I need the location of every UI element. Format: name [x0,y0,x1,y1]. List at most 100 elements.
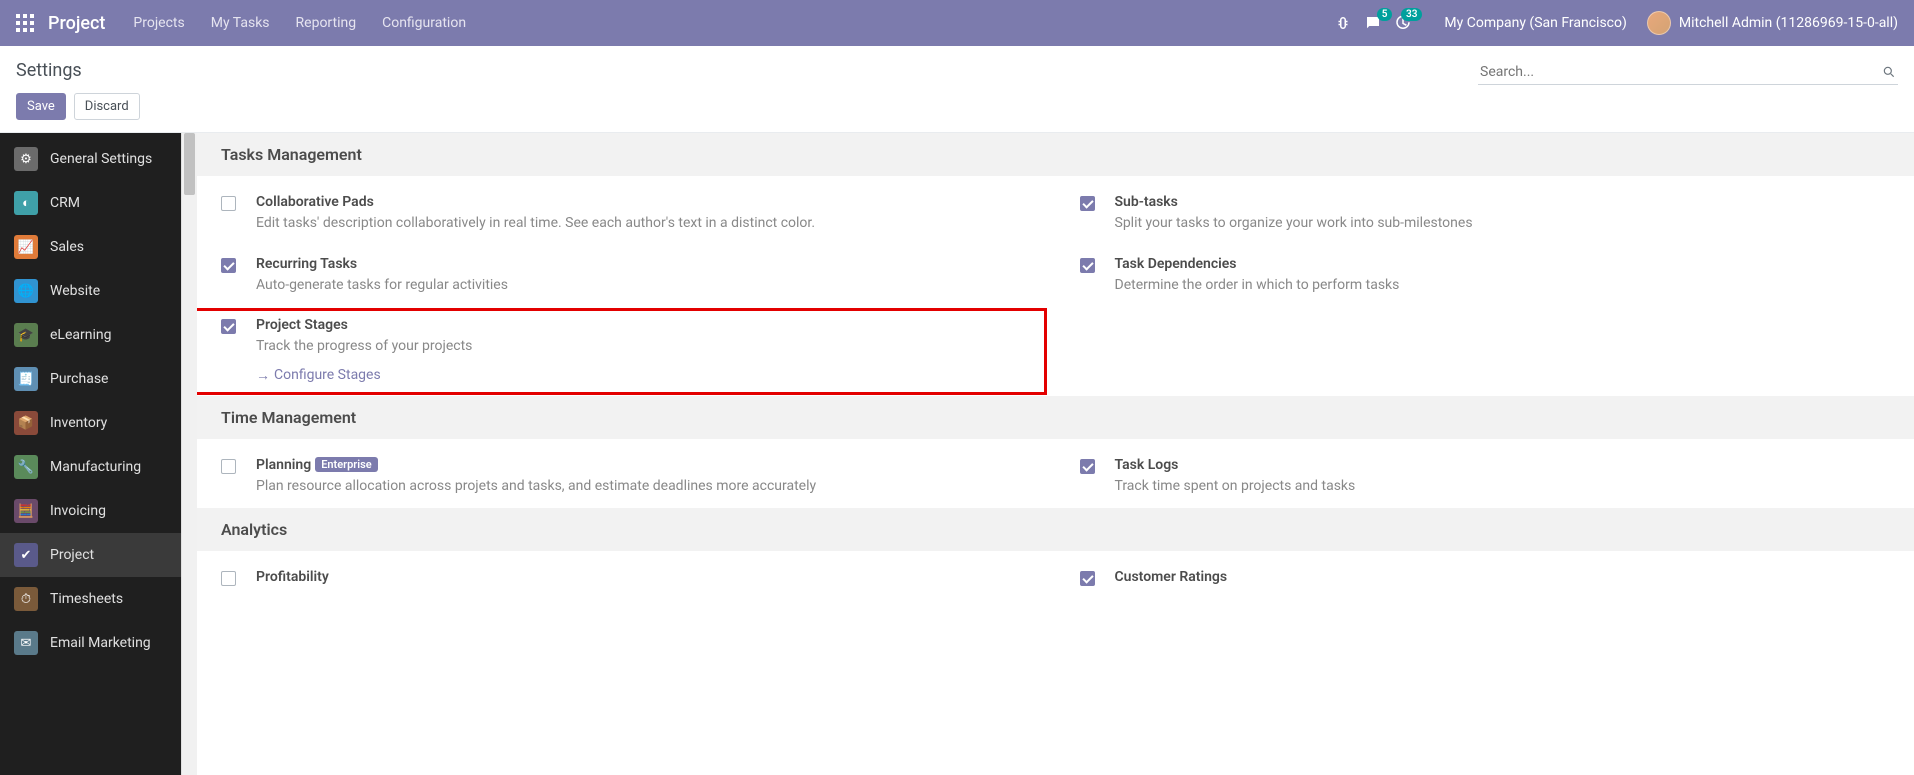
sidebar-icon: 🔧 [14,455,38,479]
sidebar-icon: 📈 [14,235,38,259]
setting-title: Sub-tasks [1115,194,1178,210]
setting-title: Project Stages [256,317,348,333]
enterprise-badge: Enterprise [315,457,378,472]
sidebar-item-label: Timesheets [50,591,123,607]
sidebar-item-email-marketing[interactable]: ✉ Email Marketing [0,621,181,665]
setting-planning: Planning Enterprise Plan resource allocati… [197,447,1056,509]
user-menu[interactable]: Mitchell Admin (11286969-15-0-all) [1647,11,1898,35]
sidebar-icon: ◐ [14,191,38,215]
nav-reporting[interactable]: Reporting [296,15,357,31]
nav-my-tasks[interactable]: My Tasks [211,15,270,31]
setting-customer-ratings: Customer Ratings [1056,559,1914,598]
sidebar-item-label: eLearning [50,327,111,343]
sidebar-item-label: Email Marketing [50,635,151,651]
setting-title: Recurring Tasks [256,256,357,272]
sidebar-item-label: Manufacturing [50,459,141,475]
sidebar-item-invoicing[interactable]: 🧮 Invoicing [0,489,181,533]
setting-checkbox[interactable] [1080,571,1095,586]
setting-desc: Edit tasks' description collaboratively … [256,214,1032,234]
sidebar-item-label: Invoicing [50,503,106,519]
sidebar-item-project[interactable]: ✔ Project [0,533,181,577]
sidebar-icon: 🌐 [14,279,38,303]
setting-title: Collaborative Pads [256,194,374,210]
setting-collaborative-pads: Collaborative Pads Edit tasks' descriptio… [197,184,1056,246]
search-input[interactable] [1480,64,1882,80]
sidebar-item-elearning[interactable]: 🎓 eLearning [0,313,181,357]
setting-title: Customer Ratings [1115,569,1228,585]
sidebar-icon: ✔ [14,543,38,567]
sidebar-item-sales[interactable]: 📈 Sales [0,225,181,269]
configure-link[interactable]: →Configure Stages [256,367,381,384]
apps-icon[interactable] [16,14,34,32]
sidebar-icon: ✉ [14,631,38,655]
messages-badge: 5 [1377,8,1393,21]
page-title: Settings [16,60,140,81]
setting-task-logs: Task Logs Track time spent on projects an… [1056,447,1914,509]
setting-checkbox[interactable] [221,571,236,586]
debug-icon[interactable] [1334,14,1352,32]
sidebar-item-label: Inventory [50,415,107,431]
messages-icon[interactable]: 5 [1364,14,1382,32]
setting-desc: Track time spent on projects and tasks [1115,477,1891,497]
search-icon [1882,65,1896,79]
setting-checkbox[interactable] [221,196,236,211]
sidebar-scrollbar[interactable] [181,133,197,775]
setting-task-dependencies: Task DependenciesDetermine the order in … [1056,246,1914,308]
sidebar-icon: 🧾 [14,367,38,391]
sidebar-icon: 🎓 [14,323,38,347]
company-switcher[interactable]: My Company (San Francisco) [1444,15,1626,31]
setting-title: Profitability [256,569,329,585]
setting-checkbox[interactable] [1080,459,1095,474]
sidebar-item-label: Project [50,547,94,563]
sidebar-icon: 🧮 [14,499,38,523]
setting-checkbox[interactable] [221,459,236,474]
configure-link-label: Configure Stages [274,367,381,383]
setting-checkbox[interactable] [221,319,236,334]
sidebar-item-label: Sales [50,239,84,255]
sidebar-icon: 📦 [14,411,38,435]
arrow-right-icon: → [256,367,270,384]
sidebar-item-manufacturing[interactable]: 🔧 Manufacturing [0,445,181,489]
sidebar-item-crm[interactable]: ◐ CRM [0,181,181,225]
settings-sidebar: ⚙General Settings ◐ CRM 📈 Sales 🌐 Website 🎓 eLea… [0,133,181,775]
section-header: Analytics [197,508,1914,551]
sidebar-item-purchase[interactable]: 🧾 Purchase [0,357,181,401]
nav-configuration[interactable]: Configuration [382,15,466,31]
setting-checkbox[interactable] [1080,196,1095,211]
sidebar-item-general-settings[interactable]: ⚙General Settings [0,137,181,181]
setting-title: Task Logs [1115,457,1179,473]
setting-profitability: Profitability [197,559,1056,598]
setting-checkbox[interactable] [1080,258,1095,273]
setting-project-stages: Project Stages Track the progress of your… [197,307,1048,396]
setting-desc: Track the progress of your projects [256,337,1024,357]
setting-title: Planning [256,457,311,473]
sidebar-item-website[interactable]: 🌐 Website [0,269,181,313]
control-panel: Settings Save Discard [0,46,1914,133]
sidebar-item-label: Purchase [50,371,108,387]
activities-icon[interactable]: 33 [1394,14,1412,32]
save-button[interactable]: Save [16,93,66,120]
setting-checkbox[interactable] [221,258,236,273]
setting-desc: Plan resource allocation across projets … [256,477,1032,497]
setting-recurring-tasks: Recurring Tasks Auto-generate tasks for r… [197,246,1056,308]
sidebar-item-label: Website [50,283,100,299]
discard-button[interactable]: Discard [74,93,140,120]
setting-desc: Split your tasks to organize your work i… [1115,214,1891,234]
setting-desc: Determine the order in which to perform … [1115,276,1891,296]
section-header: Tasks Management [197,133,1914,176]
setting-sub-tasks: Sub-tasks Split your tasks to organize yo… [1056,184,1914,246]
user-name: Mitchell Admin (11286969-15-0-all) [1679,15,1898,31]
setting-desc: Auto-generate tasks for regular activiti… [256,276,1032,296]
sidebar-icon: ⚙ [14,147,38,171]
section-header: Time Management [197,396,1914,439]
avatar [1647,11,1671,35]
app-brand[interactable]: Project [48,13,105,34]
sidebar-item-label: CRM [50,195,80,211]
nav-projects[interactable]: Projects [133,15,184,31]
sidebar-item-inventory[interactable]: 📦 Inventory [0,401,181,445]
top-navbar: Project Projects My Tasks Reporting Conf… [0,0,1914,46]
settings-content: Tasks Management Collaborative Pads Edit t… [197,133,1914,775]
search-input-wrap[interactable] [1478,60,1898,85]
sidebar-item-timesheets[interactable]: ⏱ Timesheets [0,577,181,621]
sidebar-icon: ⏱ [14,587,38,611]
